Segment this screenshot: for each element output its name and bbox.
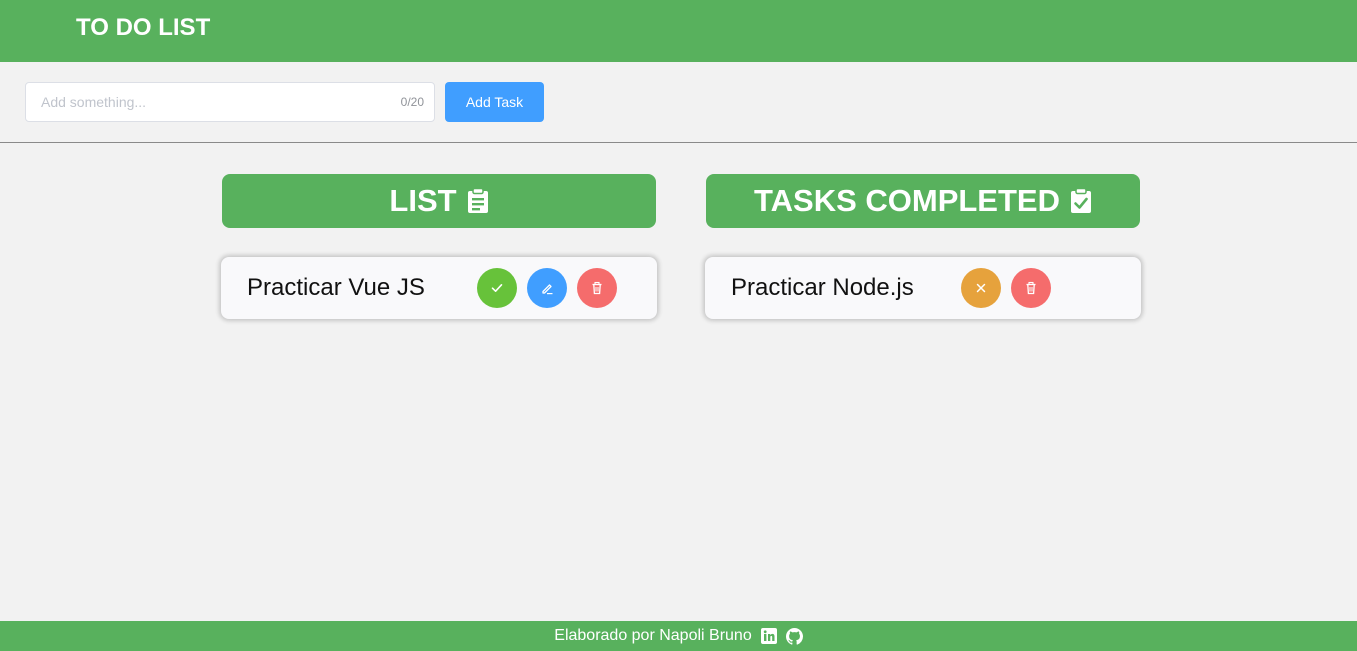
- clipboard-list-icon: [467, 188, 488, 213]
- linkedin-icon[interactable]: [760, 628, 777, 644]
- app-title: TO DO LIST: [76, 14, 211, 41]
- edit-icon: [542, 284, 553, 295]
- github-icon[interactable]: [785, 627, 803, 645]
- list-column-title: LIST: [389, 183, 457, 218]
- app-header: TO DO LIST: [0, 0, 1357, 62]
- add-task-button[interactable]: Add Task: [445, 82, 544, 122]
- close-icon: [976, 283, 986, 293]
- complete-task-button[interactable]: [477, 268, 517, 308]
- undo-task-button[interactable]: [961, 268, 1001, 308]
- character-counter: 0/20: [400, 95, 424, 109]
- task-card: Practicar Vue JS: [221, 257, 657, 319]
- footer-credit: Elaborado por Napoli Bruno: [554, 627, 752, 644]
- trash-icon: [1026, 281, 1036, 295]
- task-text: Practicar Node.js: [731, 274, 914, 301]
- edit-task-button[interactable]: [527, 268, 567, 308]
- check-icon: [491, 284, 503, 292]
- task-input[interactable]: [26, 83, 434, 121]
- trash-icon: [592, 281, 602, 295]
- divider: [0, 142, 1357, 143]
- clipboard-check-icon: [1071, 188, 1091, 213]
- delete-task-button[interactable]: [577, 268, 617, 308]
- completed-task-card: Practicar Node.js: [705, 257, 1141, 319]
- completed-column-title: TASKS COMPLETED: [754, 183, 1060, 218]
- app-footer: Elaborado por Napoli Bruno: [0, 621, 1357, 651]
- completed-column-header: TASKS COMPLETED: [706, 174, 1140, 228]
- delete-completed-task-button[interactable]: [1011, 268, 1051, 308]
- task-text: Practicar Vue JS: [247, 274, 425, 301]
- task-input-wrapper: 0/20: [25, 82, 435, 122]
- list-column-header: LIST: [222, 174, 656, 228]
